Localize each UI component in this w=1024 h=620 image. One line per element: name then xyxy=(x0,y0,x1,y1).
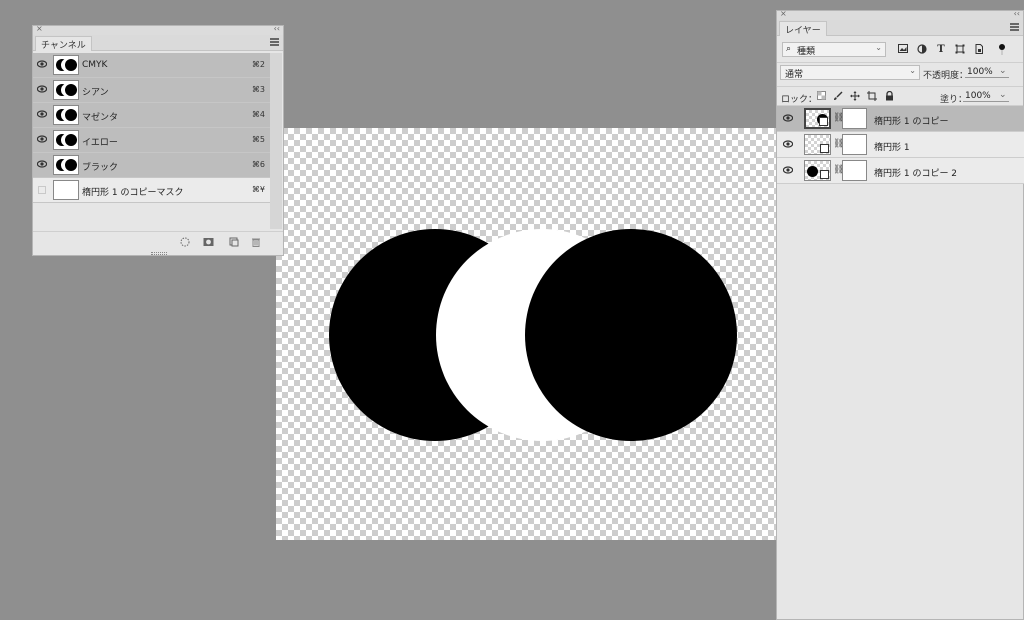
lock-move-icon[interactable] xyxy=(849,91,861,103)
layers-panel: × ‹‹ レイヤー ⌕ 種類 ⌄ T 通常 ⌄ 不透明度： 100% ⌄ ロック… xyxy=(776,9,1024,620)
layer-row[interactable]: ⛓ 楕円形 1 xyxy=(777,132,1024,158)
layer-thumbnail xyxy=(804,108,831,129)
layer-mask-thumbnail[interactable] xyxy=(842,134,867,155)
layer-mask-thumbnail[interactable] xyxy=(842,160,867,181)
eye-icon[interactable] xyxy=(37,60,47,70)
chevron-down-icon[interactable]: ⌄ xyxy=(999,66,1007,76)
close-icon[interactable]: × xyxy=(36,24,43,33)
resize-grip[interactable] xyxy=(151,252,167,255)
eye-icon[interactable] xyxy=(782,114,794,125)
trash-icon[interactable] xyxy=(251,237,261,247)
filter-kind-select[interactable]: ⌕ 種類 ⌄ xyxy=(782,42,886,57)
pixel-filter-icon[interactable] xyxy=(897,44,909,56)
eye-icon[interactable] xyxy=(37,135,47,145)
channel-name: シアン xyxy=(82,88,109,98)
divider xyxy=(777,62,1023,63)
blend-mode-label: 通常 xyxy=(785,70,804,80)
layer-thumbnail xyxy=(804,160,831,181)
adjustment-filter-icon[interactable] xyxy=(916,44,928,56)
collapse-icon[interactable]: ‹‹ xyxy=(274,24,280,33)
layer-mask-thumbnail[interactable] xyxy=(842,108,867,129)
search-icon: ⌕ xyxy=(786,44,792,54)
channel-thumbnail xyxy=(53,130,79,150)
channel-row-mask[interactable]: 楕円形 1 のコピーマスク ⌘¥ xyxy=(33,178,271,203)
lock-all-icon[interactable] xyxy=(883,90,895,103)
tab-layers[interactable]: レイヤー xyxy=(779,21,827,36)
layer-row[interactable]: ⛓ 楕円形 1 のコピー xyxy=(777,106,1024,132)
document-canvas[interactable] xyxy=(276,128,776,540)
channel-thumbnail xyxy=(53,55,79,75)
channel-row-yellow[interactable]: イエロー ⌘5 xyxy=(33,128,271,153)
lock-artboard-icon[interactable] xyxy=(866,91,878,103)
save-mask-icon[interactable] xyxy=(203,237,214,247)
panel-menu-icon[interactable] xyxy=(270,38,279,46)
layer-name[interactable]: 楕円形 1 xyxy=(874,140,910,153)
panel-titlebar: × ‹‹ xyxy=(777,9,1023,20)
panel-menu-icon[interactable] xyxy=(1010,23,1019,31)
channels-panel: × ‹‹ チャンネル CMYK ⌘2 シアン ⌘3 マゼンタ ⌘4 イエロー ⌘… xyxy=(32,24,284,256)
channel-shortcut: ⌘6 xyxy=(251,160,265,169)
channel-name: ブラック xyxy=(82,163,119,173)
channel-row-black[interactable]: ブラック ⌘6 xyxy=(33,153,271,178)
channel-name: マゼンタ xyxy=(82,113,119,123)
channel-list: CMYK ⌘2 シアン ⌘3 マゼンタ ⌘4 イエロー ⌘5 ブラック ⌘6 楕… xyxy=(33,53,271,203)
layer-row[interactable]: ⛓ 楕円形 1 のコピー 2 xyxy=(777,158,1024,184)
channel-thumbnail xyxy=(53,80,79,100)
lock-transparency-icon[interactable] xyxy=(815,91,827,103)
channel-row-magenta[interactable]: マゼンタ ⌘4 xyxy=(33,103,271,128)
filter-toggle-icon[interactable] xyxy=(996,44,1008,56)
opacity-label: 不透明度： xyxy=(923,71,969,81)
channel-row-cmyk[interactable]: CMYK ⌘2 xyxy=(33,53,271,78)
chevron-down-icon: ⌄ xyxy=(909,66,916,75)
panel-tabbar: チャンネル xyxy=(33,35,283,51)
channel-shortcut: ⌘2 xyxy=(251,60,265,69)
channel-name: 楕円形 1 のコピーマスク xyxy=(82,188,184,198)
channel-shortcut: ⌘3 xyxy=(251,85,265,94)
chevron-down-icon[interactable]: ⌄ xyxy=(999,90,1007,100)
selection-load-icon[interactable] xyxy=(180,237,190,247)
lock-brush-icon[interactable] xyxy=(832,91,844,103)
eye-icon[interactable] xyxy=(782,166,794,177)
collapse-icon[interactable]: ‹‹ xyxy=(1014,9,1020,18)
channel-row-cyan[interactable]: シアン ⌘3 xyxy=(33,78,271,103)
layer-name[interactable]: 楕円形 1 のコピー xyxy=(874,114,948,127)
channel-shortcut: ⌘¥ xyxy=(251,185,265,194)
shape-filter-icon[interactable] xyxy=(954,44,966,56)
layer-name[interactable]: 楕円形 1 のコピー 2 xyxy=(874,166,957,179)
new-channel-icon[interactable] xyxy=(229,237,239,247)
visibility-toggle-empty[interactable] xyxy=(38,186,46,194)
channel-thumbnail xyxy=(53,105,79,125)
eye-icon[interactable] xyxy=(37,85,47,95)
filter-row: ⌕ 種類 ⌄ T xyxy=(777,40,1023,62)
blend-row: 通常 ⌄ 不透明度： 100% ⌄ xyxy=(777,64,1023,86)
panel-tabbar: レイヤー xyxy=(777,20,1023,36)
channel-thumbnail xyxy=(53,180,79,200)
layer-thumbnail xyxy=(804,134,831,155)
chevron-down-icon: ⌄ xyxy=(875,43,882,52)
channels-footer xyxy=(33,231,283,251)
type-filter-icon[interactable]: T xyxy=(935,44,947,56)
tab-channels[interactable]: チャンネル xyxy=(35,36,92,51)
eye-icon[interactable] xyxy=(782,140,794,151)
channel-name: CMYK xyxy=(82,60,108,70)
smart-object-filter-icon[interactable] xyxy=(973,44,985,56)
channel-name: イエロー xyxy=(82,138,118,148)
close-icon[interactable]: × xyxy=(780,9,787,18)
scrollbar[interactable] xyxy=(270,53,282,229)
eye-icon[interactable] xyxy=(37,110,47,120)
panel-titlebar: × ‹‹ xyxy=(33,24,283,35)
black-circle-right xyxy=(525,229,737,441)
channel-thumbnail xyxy=(53,155,79,175)
eye-icon[interactable] xyxy=(37,160,47,170)
filter-kind-label: 種類 xyxy=(797,47,816,57)
lock-label: ロック： xyxy=(781,95,818,105)
blend-mode-select[interactable]: 通常 ⌄ xyxy=(780,65,920,80)
channel-shortcut: ⌘5 xyxy=(251,135,265,144)
channel-shortcut: ⌘4 xyxy=(251,110,265,119)
